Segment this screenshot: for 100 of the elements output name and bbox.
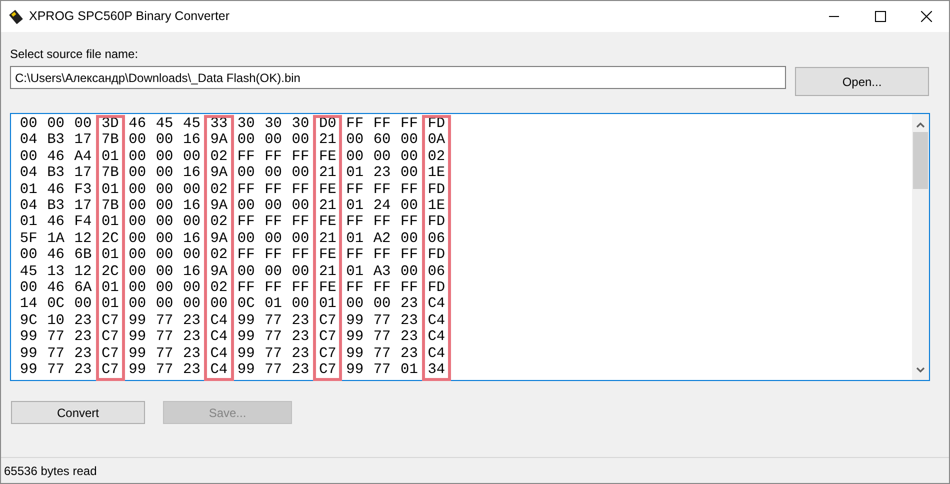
hex-byte: 5F	[20, 230, 38, 248]
scrollbar[interactable]	[912, 114, 929, 380]
hex-byte: C7	[318, 362, 336, 378]
hex-byte: FD	[428, 182, 446, 198]
hex-byte: C7	[318, 312, 336, 330]
hex-byte: 23	[74, 312, 92, 330]
hex-byte: 00	[264, 264, 282, 280]
hex-byte: 01	[20, 214, 38, 231]
hex-byte: 00	[264, 132, 282, 149]
hex-byte: 23	[292, 362, 310, 378]
hex-byte: 00	[20, 247, 38, 264]
hex-byte: 17	[74, 198, 92, 214]
hex-byte: 01	[20, 182, 38, 198]
hex-byte: FF	[346, 214, 364, 231]
hex-byte: 23	[400, 296, 418, 313]
hex-byte: 00	[264, 198, 282, 214]
hex-byte: 77	[156, 312, 174, 330]
hex-byte: 99	[346, 362, 364, 378]
hex-byte: 00	[264, 230, 282, 248]
hex-byte: FF	[373, 214, 391, 231]
hex-byte: C7	[318, 329, 336, 346]
hex-byte: 0C	[237, 296, 255, 313]
hex-byte: 6A	[74, 280, 92, 296]
hex-byte: 00	[128, 296, 146, 313]
hex-byte: 45	[20, 264, 38, 280]
hex-byte: 00	[292, 198, 310, 214]
hex-byte: 7B	[101, 132, 119, 149]
hex-byte: 01	[346, 198, 364, 214]
hex-byte: 00	[183, 280, 200, 296]
hex-byte: FF	[400, 182, 418, 198]
hex-byte: 00	[156, 165, 174, 182]
hex-byte: 23	[74, 329, 92, 346]
hex-byte: C7	[101, 346, 119, 362]
hex-byte: 23	[400, 329, 418, 346]
hex-byte: 13	[47, 264, 64, 280]
hex-byte: FF	[373, 182, 391, 198]
hex-byte: F3	[74, 182, 92, 198]
hex-byte: 77	[373, 329, 391, 346]
hex-byte: 9A	[210, 264, 228, 280]
hex-byte: 9C	[20, 312, 38, 330]
hex-byte: 1E	[428, 198, 446, 214]
hex-byte: FF	[346, 247, 364, 264]
hex-byte: 16	[183, 230, 200, 248]
hex-byte: 00	[400, 198, 418, 214]
hex-byte: 04	[20, 132, 38, 149]
hex-byte: 00	[237, 132, 255, 149]
hex-byte: 10	[47, 312, 64, 330]
hex-byte: 7B	[101, 165, 119, 182]
hex-byte: 00	[400, 165, 418, 182]
scroll-thumb[interactable]	[913, 132, 928, 189]
hex-byte: 16	[183, 165, 200, 182]
hex-byte: 00	[156, 247, 174, 264]
hex-byte: 00	[156, 264, 174, 280]
hex-byte: 00	[237, 264, 255, 280]
hex-byte: 77	[264, 346, 282, 362]
convert-button[interactable]: Convert	[11, 401, 145, 424]
hex-byte: C4	[210, 362, 228, 378]
file-path-field[interactable]: C:\Users\Александр\Downloads\_Data Flash(OK).bin	[10, 66, 786, 89]
app-icon	[9, 10, 23, 24]
hex-byte: FE	[318, 280, 336, 296]
hex-byte: 00	[128, 230, 146, 248]
hex-byte: 00	[20, 148, 38, 166]
hex-byte: 00	[156, 214, 174, 231]
hex-byte: 00	[156, 198, 174, 214]
hex-byte: 77	[156, 329, 174, 346]
hex-byte: 21	[318, 165, 336, 182]
hex-byte: 00	[47, 116, 64, 132]
hex-byte: 00	[156, 148, 174, 166]
hex-byte: FF	[373, 116, 391, 132]
hex-byte: 45	[156, 116, 174, 132]
hex-byte: 01	[346, 165, 364, 182]
hex-byte: 77	[264, 329, 282, 346]
hex-byte: FE	[318, 148, 336, 166]
hex-byte: 99	[20, 362, 38, 378]
hex-byte: FD	[428, 280, 446, 296]
hex-byte: 00	[128, 165, 146, 182]
hex-byte: 01	[101, 148, 119, 166]
hex-byte: 99	[128, 312, 146, 330]
hex-byte: 04	[20, 165, 38, 182]
open-button[interactable]: Open...	[795, 67, 929, 96]
hex-byte: FF	[373, 247, 391, 264]
hex-byte: 23	[292, 346, 310, 362]
hex-byte: 1A	[47, 230, 64, 248]
hex-byte: 00	[156, 230, 174, 248]
hex-byte: 00	[292, 264, 310, 280]
hex-byte: FF	[292, 148, 310, 166]
hex-byte: 21	[318, 132, 336, 149]
hex-byte: FF	[264, 148, 282, 166]
hex-byte: FF	[264, 280, 282, 296]
hex-byte: 00	[156, 182, 174, 198]
hex-byte: 00	[128, 132, 146, 149]
hex-byte: FE	[318, 247, 336, 264]
hex-byte: 00	[156, 132, 174, 149]
hex-byte: 01	[101, 296, 119, 313]
hex-byte: 46	[128, 116, 146, 132]
hex-byte: FF	[237, 247, 255, 264]
hex-byte: 23	[373, 165, 391, 182]
hex-byte: 02	[210, 247, 228, 264]
hex-byte: 00	[400, 230, 418, 248]
hex-byte: 00	[156, 280, 174, 296]
